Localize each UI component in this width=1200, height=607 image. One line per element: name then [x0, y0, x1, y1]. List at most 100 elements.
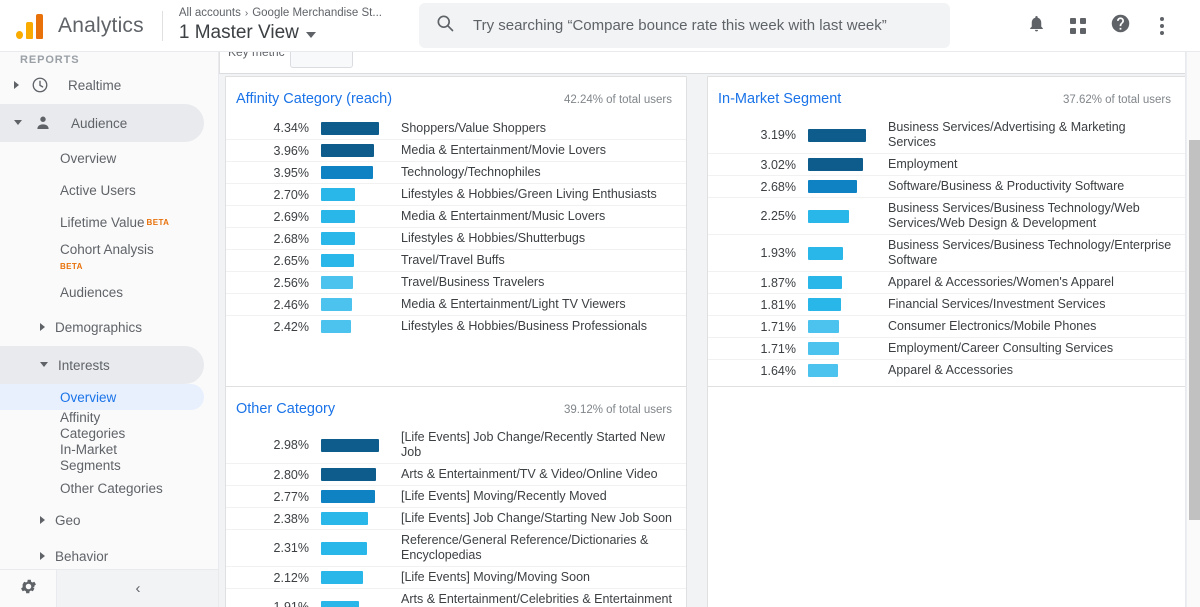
row-label[interactable]: Reference/General Reference/Dictionaries…: [401, 533, 686, 563]
row-bar-cell: [321, 188, 401, 201]
table-row[interactable]: 1.64% Apparel & Accessories: [708, 359, 1185, 381]
table-row[interactable]: 2.68% Software/Business & Productivity So…: [708, 175, 1185, 197]
account-selector[interactable]: All accounts › Google Merchandise St... 1 …: [179, 6, 382, 45]
table-row[interactable]: 2.56% Travel/Business Travelers: [226, 271, 686, 293]
header-divider: [161, 10, 163, 41]
table-row[interactable]: 1.71% Employment/Career Consulting Servic…: [708, 337, 1185, 359]
sidebar-item-cohort-analysis[interactable]: Cohort Analysis BETA: [0, 238, 204, 271]
row-bar: [321, 600, 360, 607]
table-row[interactable]: 2.31% Reference/General Reference/Diction…: [226, 529, 686, 566]
row-label[interactable]: Business Services/Business Technology/En…: [888, 238, 1185, 268]
row-bar-cell: [808, 342, 888, 355]
row-label[interactable]: Financial Services/Investment Services: [888, 297, 1185, 312]
table-row[interactable]: 2.42% Lifestyles & Hobbies/Business Profe…: [226, 315, 686, 337]
row-label[interactable]: Apparel & Accessories/Women's Apparel: [888, 275, 1185, 290]
page-scrollbar-thumb[interactable]: [1189, 140, 1200, 520]
row-label[interactable]: Lifestyles & Hobbies/Green Living Enthus…: [401, 187, 686, 202]
table-row[interactable]: 3.19% Business Services/Advertising & Mar…: [708, 117, 1185, 153]
row-label[interactable]: Software/Business & Productivity Softwar…: [888, 179, 1185, 194]
collapse-sidebar-button[interactable]: ‹: [56, 569, 218, 607]
breadcrumb-accounts[interactable]: All accounts: [179, 7, 241, 19]
table-row[interactable]: 1.71% Consumer Electronics/Mobile Phones: [708, 315, 1185, 337]
card-title-in-market[interactable]: In-Market Segment: [718, 91, 841, 107]
table-row[interactable]: 1.81% Financial Services/Investment Servi…: [708, 293, 1185, 315]
row-label[interactable]: [Life Events] Job Change/Starting New Jo…: [401, 511, 686, 526]
notifications-button[interactable]: [1016, 6, 1056, 46]
row-label[interactable]: Shoppers/Value Shoppers: [401, 121, 686, 136]
row-label[interactable]: [Life Events] Moving/Recently Moved: [401, 489, 686, 504]
table-row[interactable]: 2.25% Business Services/Business Technolo…: [708, 197, 1185, 234]
row-label[interactable]: Travel/Business Travelers: [401, 275, 686, 290]
sidebar-item-lifetime-value[interactable]: Lifetime Value BETA: [0, 206, 204, 238]
table-row[interactable]: 2.46% Media & Entertainment/Light TV View…: [226, 293, 686, 315]
row-label[interactable]: Lifestyles & Hobbies/Business Profession…: [401, 319, 686, 334]
table-row[interactable]: 2.65% Travel/Travel Buffs: [226, 249, 686, 271]
sidebar-item-demographics[interactable]: Demographics: [0, 308, 204, 346]
card-title-other[interactable]: Other Category: [236, 401, 335, 417]
table-row[interactable]: 1.91% Arts & Entertainment/Celebrities & …: [226, 588, 686, 607]
table-row[interactable]: 2.69% Media & Entertainment/Music Lovers: [226, 205, 686, 227]
row-label[interactable]: Business Services/Business Technology/We…: [888, 201, 1185, 231]
person-icon: [31, 114, 55, 132]
row-label[interactable]: Media & Entertainment/Light TV Viewers: [401, 297, 686, 312]
card-title-affinity[interactable]: Affinity Category (reach): [236, 91, 392, 107]
card-header: In-Market Segment 37.62% of total users: [708, 77, 1185, 107]
sidebar-item-affinity-categories[interactable]: Affinity Categories: [0, 410, 204, 442]
search-input[interactable]: [472, 17, 934, 34]
row-bar: [808, 276, 843, 289]
row-percentage: 2.46%: [273, 297, 309, 312]
table-row[interactable]: 4.34% Shoppers/Value Shoppers: [226, 117, 686, 139]
row-label[interactable]: Travel/Travel Buffs: [401, 253, 686, 268]
table-row[interactable]: 2.12% [Life Events] Moving/Moving Soon: [226, 566, 686, 588]
sidebar-item-realtime[interactable]: Realtime: [0, 66, 204, 104]
view-name-dropdown[interactable]: 1 Master View: [179, 21, 382, 45]
more-options-button[interactable]: [1142, 6, 1182, 46]
table-row[interactable]: 3.95% Technology/Technophiles: [226, 161, 686, 183]
sidebar-item-interests-overview[interactable]: Overview: [0, 384, 204, 410]
report-content: Key metric Affinity Category (reach) 42.…: [219, 52, 1200, 607]
table-row[interactable]: 2.77% [Life Events] Moving/Recently Moved: [226, 485, 686, 507]
page-scrollbar[interactable]: [1186, 52, 1200, 607]
row-label[interactable]: Consumer Electronics/Mobile Phones: [888, 319, 1185, 334]
help-button[interactable]: [1100, 6, 1140, 46]
left-navigation: REPORTS Realtime Audience Overview Activ…: [0, 52, 219, 607]
sidebar-item-other-categories[interactable]: Other Categories: [0, 474, 204, 502]
breadcrumb-property[interactable]: Google Merchandise St...: [252, 7, 382, 19]
table-row[interactable]: 2.68% Lifestyles & Hobbies/Shutterbugs: [226, 227, 686, 249]
row-label[interactable]: Lifestyles & Hobbies/Shutterbugs: [401, 231, 686, 246]
table-row[interactable]: 3.96% Media & Entertainment/Movie Lovers: [226, 139, 686, 161]
row-label[interactable]: Business Services/Advertising & Marketin…: [888, 120, 1185, 150]
search-box[interactable]: [418, 3, 950, 48]
row-label[interactable]: Employment: [888, 157, 1185, 172]
settings-button[interactable]: [0, 577, 56, 601]
analytics-app: Analytics All accounts › Google Merchandis…: [0, 0, 1200, 607]
table-row[interactable]: 2.38% [Life Events] Job Change/Starting N…: [226, 507, 686, 529]
sidebar-item-active-users[interactable]: Active Users: [0, 174, 204, 206]
row-label[interactable]: Employment/Career Consulting Services: [888, 341, 1185, 356]
sidebar-item-geo[interactable]: Geo: [0, 502, 204, 538]
search-icon: [435, 13, 455, 38]
table-row[interactable]: 2.98% [Life Events] Job Change/Recently S…: [226, 427, 686, 463]
sidebar-item-audience[interactable]: Audience: [0, 104, 204, 142]
row-bar-cell: [321, 254, 401, 267]
row-label[interactable]: [Life Events] Moving/Moving Soon: [401, 570, 686, 585]
sidebar-item-audiences[interactable]: Audiences: [0, 276, 204, 308]
row-label[interactable]: Technology/Technophiles: [401, 165, 686, 180]
row-label[interactable]: Arts & Entertainment/TV & Video/Online V…: [401, 467, 686, 482]
beta-badge: BETA: [60, 262, 83, 271]
row-label[interactable]: Arts & Entertainment/Celebrities & Enter…: [401, 592, 686, 607]
key-metric-dropdown[interactable]: [290, 52, 353, 68]
table-row[interactable]: 1.87% Apparel & Accessories/Women's Appar…: [708, 271, 1185, 293]
row-label[interactable]: Apparel & Accessories: [888, 363, 1185, 378]
sidebar-item-interests[interactable]: Interests: [0, 346, 204, 384]
row-label[interactable]: Media & Entertainment/Movie Lovers: [401, 143, 686, 158]
table-row[interactable]: 2.80% Arts & Entertainment/TV & Video/Onl…: [226, 463, 686, 485]
row-label[interactable]: Media & Entertainment/Music Lovers: [401, 209, 686, 224]
sidebar-item-audience-overview[interactable]: Overview: [0, 142, 204, 174]
apps-button[interactable]: [1058, 6, 1098, 46]
table-row[interactable]: 3.02% Employment: [708, 153, 1185, 175]
table-row[interactable]: 1.93% Business Services/Business Technolo…: [708, 234, 1185, 271]
table-row[interactable]: 2.70% Lifestyles & Hobbies/Green Living E…: [226, 183, 686, 205]
row-label[interactable]: [Life Events] Job Change/Recently Starte…: [401, 430, 686, 460]
sidebar-item-in-market-segments[interactable]: In-Market Segments: [0, 442, 204, 474]
